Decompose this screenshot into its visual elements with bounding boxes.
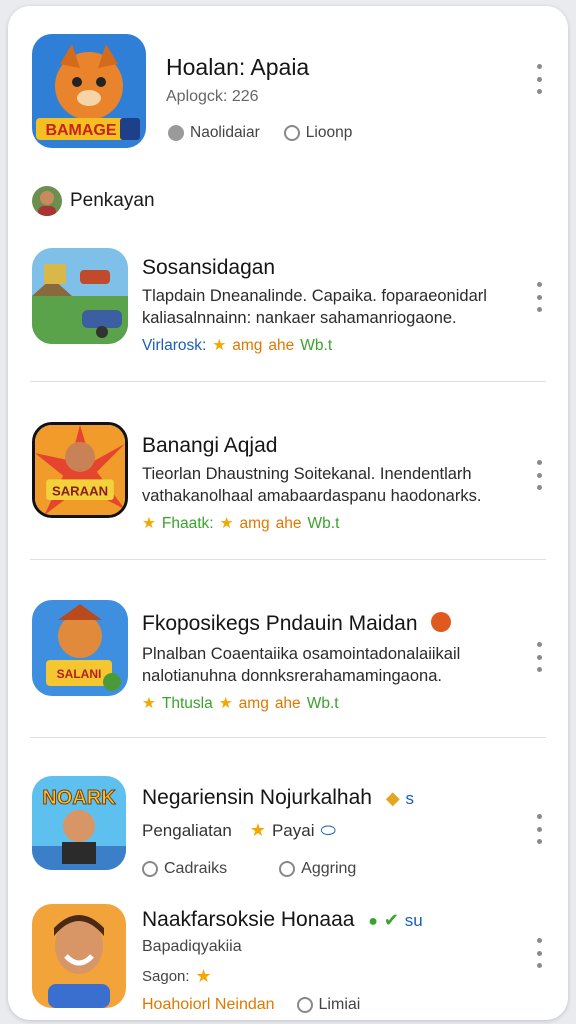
item-4-line-2: Pengaliatan ★ Payai ⬭	[142, 820, 336, 841]
header-tag-2: Lioonp	[305, 124, 353, 141]
item-3-meta-version: Wb.t	[306, 694, 339, 712]
star-icon: ★	[219, 515, 234, 532]
item-2-more-menu-icon[interactable]	[534, 460, 544, 490]
item-4-line-2-b: Payai	[271, 820, 315, 840]
item-5-line-3: Sagon: ★	[142, 966, 212, 987]
item-2-title: Banangi Aqjad	[142, 434, 278, 457]
item-5-title-text: Naakfarsoksie Honaaa	[142, 908, 355, 931]
header-app-name: Hoalan: Apaia	[166, 54, 310, 80]
item-2-meta-extra: ahe	[275, 514, 302, 532]
app-icon-item-3[interactable]: SALANI	[32, 600, 128, 696]
app-icon-header[interactable]: BAMAGE	[32, 34, 146, 148]
angry-face-icon	[431, 612, 452, 632]
list-item[interactable]: Sosansidagan Tlapdain Dneanalinde. Capai…	[8, 242, 568, 362]
clock-icon	[279, 861, 296, 877]
item-1-meta-label: Virlarosk:	[142, 336, 207, 354]
svg-text:SARAAN: SARAAN	[52, 483, 108, 498]
clock-icon	[283, 125, 300, 141]
leaf-icon: ●	[368, 913, 378, 930]
header-app-row[interactable]: BAMAGE Hoalan: Apaia Aplogck: 226 Naolid…	[8, 6, 568, 176]
app-icon-item-5[interactable]	[32, 904, 126, 1008]
item-5-title-suffix: su	[404, 911, 423, 930]
app-list-card: BAMAGE Hoalan: Apaia Aplogck: 226 Naolid…	[8, 6, 568, 1020]
item-5-line-4: Hoahoiorl Neindan Limiai	[142, 996, 360, 1014]
clock-icon	[296, 997, 313, 1013]
list-item[interactable]: SALANI Fkoposikegs Pndauin Maidan Plnalb…	[8, 598, 568, 718]
section-avatar-icon	[32, 186, 62, 216]
item-1-meta: Virlarosk: ★ amg ahe Wb.t	[142, 336, 332, 355]
svg-text:BAMAGE: BAMAGE	[45, 122, 116, 139]
item-4-more-menu-icon[interactable]	[534, 814, 544, 844]
item-3-desc-line-2: nalotianuhna donnksrerahamamingaona.	[142, 667, 442, 685]
svg-text:SALANI: SALANI	[57, 667, 102, 681]
leaf-icon: ⬭	[320, 820, 336, 840]
item-2-meta-rating: amg	[239, 514, 270, 532]
item-3-meta-extra: ahe	[274, 694, 301, 712]
section-title: Penkayan	[70, 190, 155, 211]
divider	[30, 559, 546, 560]
item-5-line-4-b: Limiai	[318, 996, 361, 1013]
item-4-title: Negariensin Nojurkalhah ◆ s	[142, 786, 414, 810]
divider	[30, 737, 546, 738]
item-1-meta-extra: ahe	[268, 336, 295, 354]
header-tags: Naolidaiar Lioonp	[168, 124, 352, 142]
item-3-more-menu-icon[interactable]	[534, 642, 544, 672]
item-4-line-3: Cadraiks Aggring	[142, 860, 356, 878]
item-3-meta-rating: amg	[238, 694, 269, 712]
section-header: Penkayan	[8, 184, 568, 224]
item-3-meta-label: Thtusla	[161, 694, 213, 712]
item-3-title: Fkoposikegs Pndauin Maidan	[142, 612, 452, 636]
item-3-title-text: Fkoposikegs Pndauin Maidan	[142, 612, 418, 635]
item-1-more-menu-icon[interactable]	[534, 282, 544, 312]
item-1-meta-version: Wb.t	[300, 336, 333, 354]
list-item[interactable]: NOARK Negariensin Nojurkalhah ◆ s Pengal…	[8, 770, 568, 890]
app-icon-item-2[interactable]: SARAAN	[32, 422, 128, 518]
chat-bubble-icon	[142, 861, 158, 877]
star-icon: ★	[212, 337, 227, 354]
item-5-line-2: Bapadiqyakiia	[142, 938, 242, 955]
star-icon: ★	[142, 515, 156, 532]
item-1-desc-line-2: kaliasalnnainn: nankaer sahamanriogaone.	[142, 309, 457, 327]
item-5-title: Naakfarsoksie Honaaa ● ✔ su	[142, 908, 423, 932]
star-icon: ★	[249, 820, 266, 840]
star-icon: ★	[218, 695, 233, 712]
item-4-title-suffix: s	[405, 789, 415, 808]
item-5-line-4-a: Hoahoiorl Neindan	[142, 996, 275, 1013]
list-item[interactable]: SARAAN Banangi Aqjad Tieorlan Dhaustning…	[8, 420, 568, 540]
item-2-desc-line-1: Tieorlan Dhaustning Soitekanal. Inendent…	[142, 465, 472, 483]
item-1-desc-line-1: Tlapdain Dneanalinde. Capaika. foparaeon…	[142, 287, 487, 305]
divider	[30, 381, 546, 382]
item-2-meta: ★ Fhaatk: ★ amg ahe Wb.t	[142, 514, 339, 533]
item-2-meta-label: Fhaatk:	[161, 514, 214, 532]
star-icon: ★	[195, 966, 212, 986]
app-icon-item-4[interactable]: NOARK	[32, 776, 126, 870]
item-4-line-2-a: Pengaliatan	[142, 820, 232, 840]
check-icon: ✔	[383, 910, 399, 930]
item-4-title-text: Negariensin Nojurkalhah	[142, 786, 372, 809]
header-more-menu-icon[interactable]	[534, 64, 544, 94]
app-icon-item-1[interactable]	[32, 248, 128, 344]
item-2-desc-line-2: vathakanolhaal amabaardaspanu haodonarks…	[142, 487, 482, 505]
item-1-title: Sosansidagan	[142, 256, 276, 279]
badge-icon: ◆	[385, 788, 400, 808]
item-4-line-3-a: Cadraiks	[164, 860, 228, 877]
item-3-meta: ★ Thtusla ★ amg ahe Wb.t	[142, 694, 339, 713]
svg-text:NOARK: NOARK	[42, 787, 116, 809]
item-2-meta-version: Wb.t	[307, 514, 340, 532]
item-3-desc-line-1: Plnalban Coaentaiika osamointadonalaiika…	[142, 645, 461, 663]
list-item[interactable]: Naakfarsoksie Honaaa ● ✔ su Bapadiqyakii…	[8, 896, 568, 1020]
star-icon: ★	[142, 695, 156, 712]
item-5-more-menu-icon[interactable]	[534, 938, 544, 968]
header-tag-1: Naolidaiar	[190, 124, 260, 141]
header-subtitle: Aplogck: 226	[166, 88, 259, 105]
item-1-meta-rating: amg	[232, 336, 263, 354]
item-4-line-3-b: Aggring	[301, 860, 357, 877]
item-5-line-3-text: Sagon:	[142, 968, 190, 985]
info-circle-icon	[168, 125, 184, 141]
